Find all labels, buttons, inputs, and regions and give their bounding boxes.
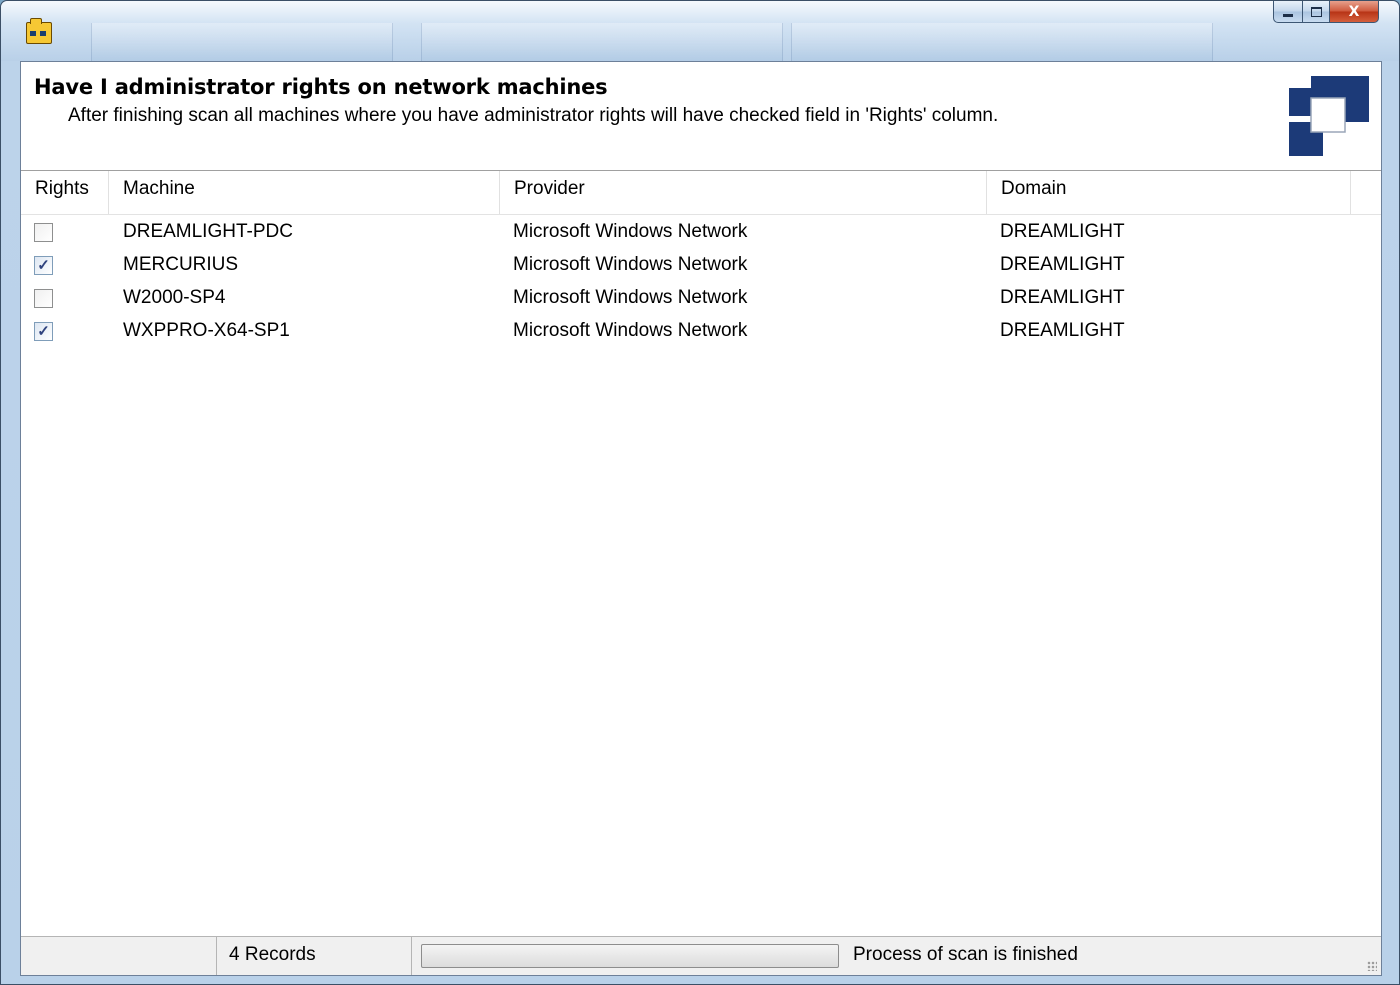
table-row[interactable]: DREAMLIGHT-PDC Microsoft Windows Network… xyxy=(21,215,1381,248)
status-message: Process of scan is finished xyxy=(853,944,1078,965)
machine-cell: DREAMLIGHT-PDC xyxy=(123,221,293,242)
column-header-domain[interactable]: Domain xyxy=(987,171,1351,214)
background-window-ghost xyxy=(791,23,1213,61)
network-node-icon xyxy=(40,31,46,36)
column-header-provider[interactable]: Provider xyxy=(500,171,987,214)
status-bar: 4 Records Process of scan is finished xyxy=(21,936,1381,975)
background-window-ghost xyxy=(91,23,393,61)
network-folder-icon[interactable] xyxy=(26,18,52,44)
app-window: X Have I administrator rights on network… xyxy=(0,0,1400,985)
page-description: After finishing scan all machines where … xyxy=(68,105,999,126)
provider-cell: Microsoft Windows Network xyxy=(513,320,748,341)
table-row[interactable]: ✓ WXPPRO-X64-SP1 Microsoft Windows Netwo… xyxy=(21,314,1381,347)
machine-cell: WXPPRO-X64-SP1 xyxy=(123,320,290,341)
close-button[interactable]: X xyxy=(1330,1,1379,23)
close-icon: X xyxy=(1348,3,1360,20)
maximize-button[interactable] xyxy=(1302,1,1330,23)
wizard-header: Have I administrator rights on network m… xyxy=(21,62,1381,171)
provider-cell: Microsoft Windows Network xyxy=(513,287,748,308)
minimize-button[interactable] xyxy=(1273,1,1302,23)
status-panel-empty xyxy=(21,937,217,975)
rights-checkbox[interactable]: ✓ xyxy=(34,322,53,341)
machine-cell: W2000-SP4 xyxy=(123,287,226,308)
provider-cell: Microsoft Windows Network xyxy=(513,221,748,242)
machine-cell: MERCURIUS xyxy=(123,254,239,275)
domain-cell: DREAMLIGHT xyxy=(1000,287,1125,308)
resize-grip-icon[interactable] xyxy=(1367,961,1377,971)
rights-checkbox[interactable]: ✓ xyxy=(34,256,53,275)
scan-progress-bar xyxy=(421,944,839,968)
caption-buttons: X xyxy=(1273,1,1379,23)
rights-checkbox[interactable] xyxy=(34,223,53,242)
checkmark-icon: ✓ xyxy=(37,257,50,274)
checkmark-icon: ✓ xyxy=(37,323,50,340)
table-row[interactable]: ✓ MERCURIUS Microsoft Windows Network DR… xyxy=(21,248,1381,281)
rights-checkbox[interactable] xyxy=(34,289,53,308)
network-node-icon xyxy=(30,31,36,36)
puzzle-logo-icon xyxy=(1289,76,1369,156)
client-area: Have I administrator rights on network m… xyxy=(20,61,1382,976)
table-row[interactable]: W2000-SP4 Microsoft Windows Network DREA… xyxy=(21,281,1381,314)
domain-cell: DREAMLIGHT xyxy=(1000,254,1125,275)
column-header-machine[interactable]: Machine xyxy=(109,171,500,214)
domain-cell: DREAMLIGHT xyxy=(1000,221,1125,242)
background-window-ghost xyxy=(421,23,783,61)
page-title: Have I administrator rights on network m… xyxy=(34,75,608,99)
record-count: 4 Records xyxy=(217,937,412,975)
column-header-rights[interactable]: Rights xyxy=(21,171,109,214)
grid-header: Rights Machine Provider Domain xyxy=(21,171,1381,215)
domain-cell: DREAMLIGHT xyxy=(1000,320,1125,341)
maximize-icon xyxy=(1310,6,1322,17)
provider-cell: Microsoft Windows Network xyxy=(513,254,748,275)
title-bar[interactable]: X xyxy=(1,1,1399,61)
minimize-icon xyxy=(1283,14,1293,17)
